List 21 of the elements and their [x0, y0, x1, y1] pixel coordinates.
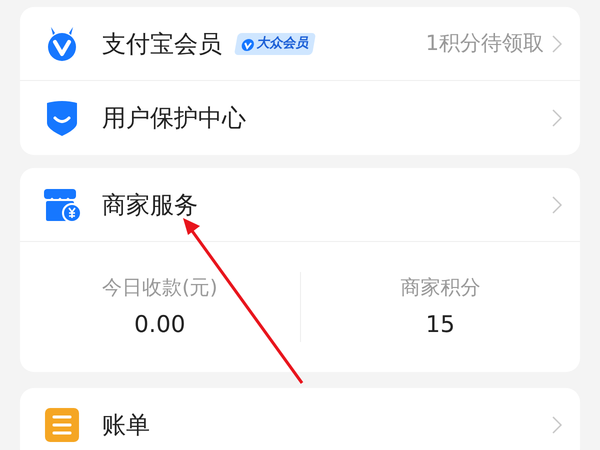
menu-item[interactable]: 商家服务 — [20, 168, 580, 242]
item-title: 用户保护中心 — [102, 103, 246, 134]
chevron-right-icon — [552, 196, 562, 214]
item-title: 账单 — [102, 410, 150, 441]
item-detail: 1积分待领取 — [426, 30, 544, 57]
shield-icon — [44, 99, 80, 137]
chevron-right-icon — [552, 416, 562, 434]
menu-item[interactable]: 账单 — [20, 388, 580, 450]
stat-label: 今日收款(元) — [102, 274, 218, 301]
menu-item[interactable]: 用户保护中心 — [20, 81, 580, 155]
list-icon — [44, 406, 80, 444]
membership-badge: 大众会员 — [234, 32, 316, 54]
stat-value: 15 — [426, 310, 455, 340]
chevron-right-icon — [552, 34, 562, 52]
item-title: 支付宝会员 — [102, 28, 222, 60]
item-title: 商家服务 — [102, 190, 198, 220]
stat-label: 商家积分 — [400, 274, 480, 301]
mascot-icon — [240, 36, 256, 50]
chevron-right-icon — [552, 109, 562, 127]
stat-value: 0.00 — [134, 310, 186, 340]
menu-item[interactable]: 支付宝会员 大众会员 1积分待领取 — [20, 7, 580, 81]
